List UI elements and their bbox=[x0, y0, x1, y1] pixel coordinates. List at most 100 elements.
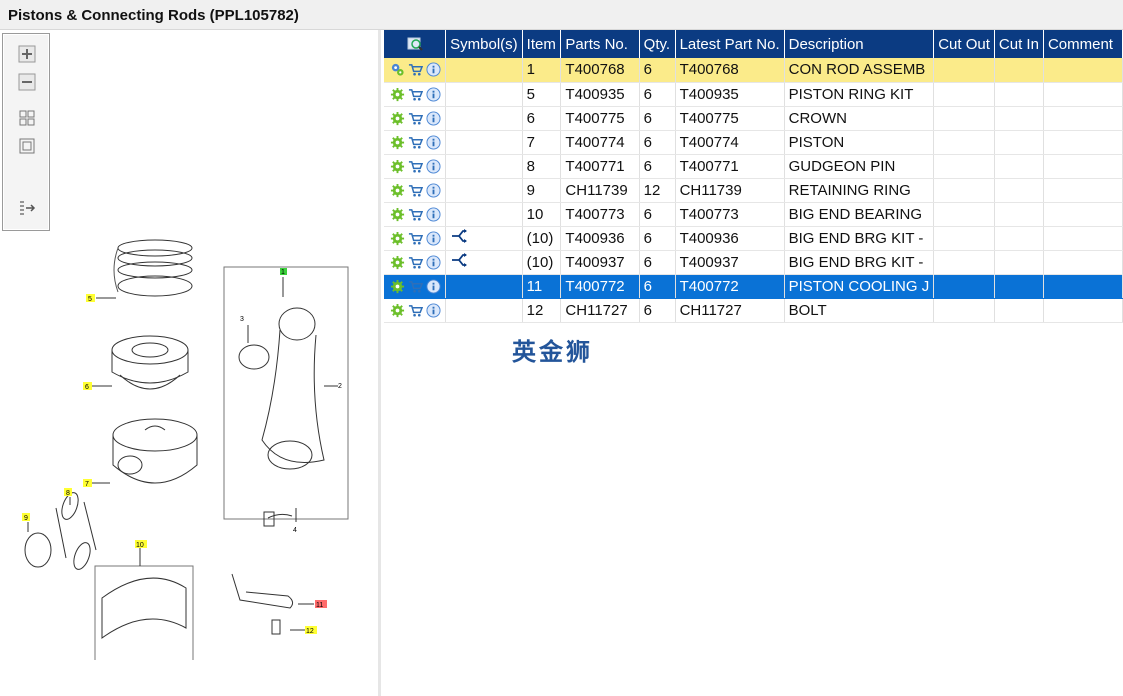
cut-out-cell bbox=[933, 274, 995, 299]
cut-in-cell bbox=[994, 202, 1044, 227]
table-row[interactable]: 8 T400771 6 T400771 GUDGEON PIN bbox=[384, 154, 1123, 179]
column-header-find[interactable] bbox=[384, 30, 447, 58]
table-row[interactable]: (10) T400936 6 T400936 BIG END BRG KIT - bbox=[384, 226, 1123, 251]
gear-icon[interactable] bbox=[390, 183, 405, 198]
comment-cell bbox=[1043, 298, 1123, 323]
column-header-latest-part-no[interactable]: Latest Part No. bbox=[675, 30, 785, 58]
parts-no-cell[interactable]: T400937 bbox=[560, 250, 640, 275]
table-row[interactable]: 10 T400773 6 T400773 BIG END BEARING bbox=[384, 202, 1123, 227]
latest-part-no-cell[interactable]: T400775 bbox=[675, 106, 785, 131]
actual-size-button[interactable] bbox=[17, 136, 37, 156]
info-icon[interactable] bbox=[426, 254, 441, 270]
gear-icon[interactable] bbox=[390, 159, 405, 174]
info-icon[interactable] bbox=[426, 182, 441, 198]
cart-icon[interactable] bbox=[408, 135, 423, 150]
toggle-list-button[interactable] bbox=[17, 198, 37, 218]
parts-no-cell[interactable]: T400775 bbox=[560, 106, 640, 131]
latest-part-no-cell[interactable]: T400936 bbox=[675, 226, 785, 251]
svg-text:5: 5 bbox=[88, 296, 92, 303]
column-header-cut-in[interactable]: Cut In bbox=[994, 30, 1044, 58]
parts-no-cell[interactable]: CH11739 bbox=[560, 178, 640, 203]
cut-out-cell bbox=[933, 178, 995, 203]
table-row[interactable]: 6 T400775 6 T400775 CROWN bbox=[384, 106, 1123, 131]
gear-icon[interactable] bbox=[390, 231, 405, 246]
zoom-out-button[interactable] bbox=[17, 72, 37, 92]
table-row[interactable]: 12 CH11727 6 CH11727 BOLT bbox=[384, 298, 1123, 323]
parts-no-cell[interactable]: T400772 bbox=[560, 274, 640, 299]
gear-icon[interactable] bbox=[390, 279, 405, 294]
cut-in-cell bbox=[994, 130, 1044, 155]
latest-part-no-cell[interactable]: CH11739 bbox=[675, 178, 785, 203]
cart-icon[interactable] bbox=[408, 303, 423, 318]
row-actions bbox=[384, 178, 447, 203]
parts-table: Symbol(s) Item Parts No. Qty. Latest Par… bbox=[384, 30, 1123, 323]
info-icon[interactable] bbox=[426, 278, 441, 294]
cart-icon[interactable] bbox=[408, 62, 423, 77]
latest-part-no-cell[interactable]: T400935 bbox=[675, 82, 785, 107]
parts-no-cell[interactable]: T400771 bbox=[560, 154, 640, 179]
parts-no-cell[interactable]: T400774 bbox=[560, 130, 640, 155]
zoom-in-button[interactable] bbox=[17, 44, 37, 64]
info-icon[interactable] bbox=[426, 230, 441, 246]
info-icon[interactable] bbox=[426, 86, 441, 102]
column-header-cut-out[interactable]: Cut Out bbox=[933, 30, 995, 58]
watermark-logo: 英金狮 bbox=[512, 338, 593, 366]
table-row[interactable]: 11 T400772 6 T400772 PISTON COOLING J bbox=[384, 274, 1123, 299]
gear-icon[interactable] bbox=[390, 303, 405, 318]
gear-icon[interactable] bbox=[390, 111, 405, 126]
info-icon[interactable] bbox=[426, 134, 441, 150]
parts-no-cell[interactable]: T400773 bbox=[560, 202, 640, 227]
parts-no-cell[interactable]: T400935 bbox=[560, 82, 640, 107]
comment-cell bbox=[1043, 106, 1123, 131]
cart-icon[interactable] bbox=[408, 87, 423, 102]
info-icon[interactable] bbox=[426, 206, 441, 222]
latest-part-no-cell[interactable]: CH11727 bbox=[675, 298, 785, 323]
item-cell: 8 bbox=[522, 154, 562, 179]
info-icon[interactable] bbox=[426, 62, 441, 77]
cart-icon[interactable] bbox=[408, 183, 423, 198]
table-row[interactable]: 9 CH11739 12 CH11739 RETAINING RING bbox=[384, 178, 1123, 203]
gear-icon[interactable] bbox=[390, 207, 405, 222]
column-header-symbols[interactable]: Symbol(s) bbox=[445, 30, 523, 58]
parts-no-cell[interactable]: T400936 bbox=[560, 226, 640, 251]
latest-part-no-cell[interactable]: T400937 bbox=[675, 250, 785, 275]
gear-icon[interactable] bbox=[390, 135, 405, 150]
gears-icon[interactable] bbox=[390, 62, 405, 77]
cart-icon[interactable] bbox=[408, 111, 423, 126]
svg-text:12: 12 bbox=[306, 628, 314, 635]
column-header-qty[interactable]: Qty. bbox=[639, 30, 676, 58]
info-icon[interactable] bbox=[426, 158, 441, 174]
table-row[interactable]: 1 T400768 6 T400768 CON ROD ASSEMB bbox=[384, 58, 1123, 83]
gear-icon[interactable] bbox=[390, 255, 405, 270]
latest-part-no-cell[interactable]: T400772 bbox=[675, 274, 785, 299]
parts-no-cell[interactable]: CH11727 bbox=[560, 298, 640, 323]
cart-icon[interactable] bbox=[408, 231, 423, 246]
latest-part-no-cell[interactable]: T400774 bbox=[675, 130, 785, 155]
latest-part-no-cell[interactable]: T400768 bbox=[675, 58, 785, 83]
info-icon[interactable] bbox=[426, 110, 441, 126]
gear-icon[interactable] bbox=[390, 87, 405, 102]
cart-icon[interactable] bbox=[408, 207, 423, 222]
table-row[interactable]: 5 T400935 6 T400935 PISTON RING KIT bbox=[384, 82, 1123, 107]
exploded-parts-diagram[interactable]: 1 2 3 4 5 6 7 8 9 10 11 12 bbox=[0, 230, 381, 660]
column-header-item[interactable]: Item bbox=[522, 30, 562, 58]
cart-icon[interactable] bbox=[408, 279, 423, 294]
column-header-description[interactable]: Description bbox=[784, 30, 935, 58]
latest-part-no-cell[interactable]: T400773 bbox=[675, 202, 785, 227]
parts-no-cell[interactable]: T400768 bbox=[560, 58, 640, 83]
find-icon bbox=[407, 37, 423, 51]
row-actions bbox=[384, 106, 447, 131]
cut-in-cell bbox=[994, 250, 1044, 275]
table-row[interactable]: (10) T400937 6 T400937 BIG END BRG KIT - bbox=[384, 250, 1123, 275]
column-header-comment[interactable]: Comment bbox=[1043, 30, 1123, 58]
symbol-cell bbox=[445, 202, 523, 227]
table-row[interactable]: 7 T400774 6 T400774 PISTON bbox=[384, 130, 1123, 155]
cart-icon[interactable] bbox=[408, 159, 423, 174]
info-icon[interactable] bbox=[426, 302, 441, 318]
table-header-row: Symbol(s) Item Parts No. Qty. Latest Par… bbox=[384, 30, 1123, 58]
row-actions bbox=[384, 298, 447, 323]
latest-part-no-cell[interactable]: T400771 bbox=[675, 154, 785, 179]
fit-all-button[interactable] bbox=[17, 108, 37, 128]
column-header-parts-no[interactable]: Parts No. bbox=[560, 30, 640, 58]
cart-icon[interactable] bbox=[408, 255, 423, 270]
